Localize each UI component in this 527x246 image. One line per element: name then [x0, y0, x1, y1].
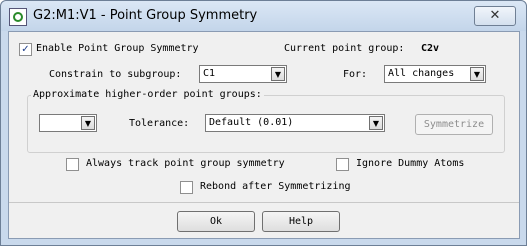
enable-symmetry-label: Enable Point Group Symmetry — [36, 43, 199, 54]
check-icon: ✓ — [21, 44, 30, 55]
help-button[interactable]: Help — [262, 211, 340, 232]
dialog-window: G2:M1:V1 - Point Group Symmetry ✕ ✓ Enab… — [0, 0, 527, 246]
ignore-dummy-atoms-checkbox[interactable] — [336, 158, 349, 171]
approx-group-select[interactable]: ▼ — [39, 114, 97, 132]
footer-divider — [9, 202, 519, 203]
tolerance-value: Default (0.01) — [209, 117, 294, 128]
rebond-label: Rebond after Symmetrizing — [200, 181, 351, 192]
for-value: All changes — [388, 68, 455, 79]
rebond-checkbox[interactable] — [180, 181, 193, 194]
for-select[interactable]: All changes ▼ — [384, 65, 486, 83]
always-track-checkbox[interactable] — [66, 158, 79, 171]
chevron-down-icon[interactable]: ▼ — [369, 116, 383, 130]
symmetrize-button[interactable]: Symmetrize — [415, 114, 493, 135]
tolerance-label: Tolerance: — [129, 118, 190, 129]
approx-groupbox-title: Approximate higher-order point groups: — [31, 89, 264, 100]
constrain-subgroup-select[interactable]: C1 ▼ — [199, 65, 287, 83]
close-button[interactable]: ✕ — [474, 6, 516, 26]
for-label: For: — [343, 69, 368, 80]
chevron-down-icon[interactable]: ▼ — [470, 67, 484, 81]
current-point-group-value: C2v — [421, 43, 440, 54]
dialog-body: ✓ Enable Point Group Symmetry Current po… — [8, 31, 520, 239]
app-icon — [9, 8, 27, 26]
current-point-group-label: Current point group: — [284, 43, 405, 54]
constrain-label: Constrain to subgroup: — [49, 69, 182, 80]
title-bar[interactable]: G2:M1:V1 - Point Group Symmetry ✕ — [1, 1, 526, 31]
always-track-label: Always track point group symmetry — [86, 158, 285, 169]
tolerance-select[interactable]: Default (0.01) ▼ — [205, 114, 385, 132]
chevron-down-icon[interactable]: ▼ — [81, 116, 95, 130]
chevron-down-icon[interactable]: ▼ — [271, 67, 285, 81]
enable-symmetry-checkbox[interactable]: ✓ — [19, 43, 32, 56]
ignore-dummy-atoms-label: Ignore Dummy Atoms — [356, 158, 465, 169]
ok-button[interactable]: Ok — [177, 211, 255, 232]
window-title: G2:M1:V1 - Point Group Symmetry — [33, 8, 258, 23]
constrain-subgroup-value: C1 — [203, 68, 216, 79]
